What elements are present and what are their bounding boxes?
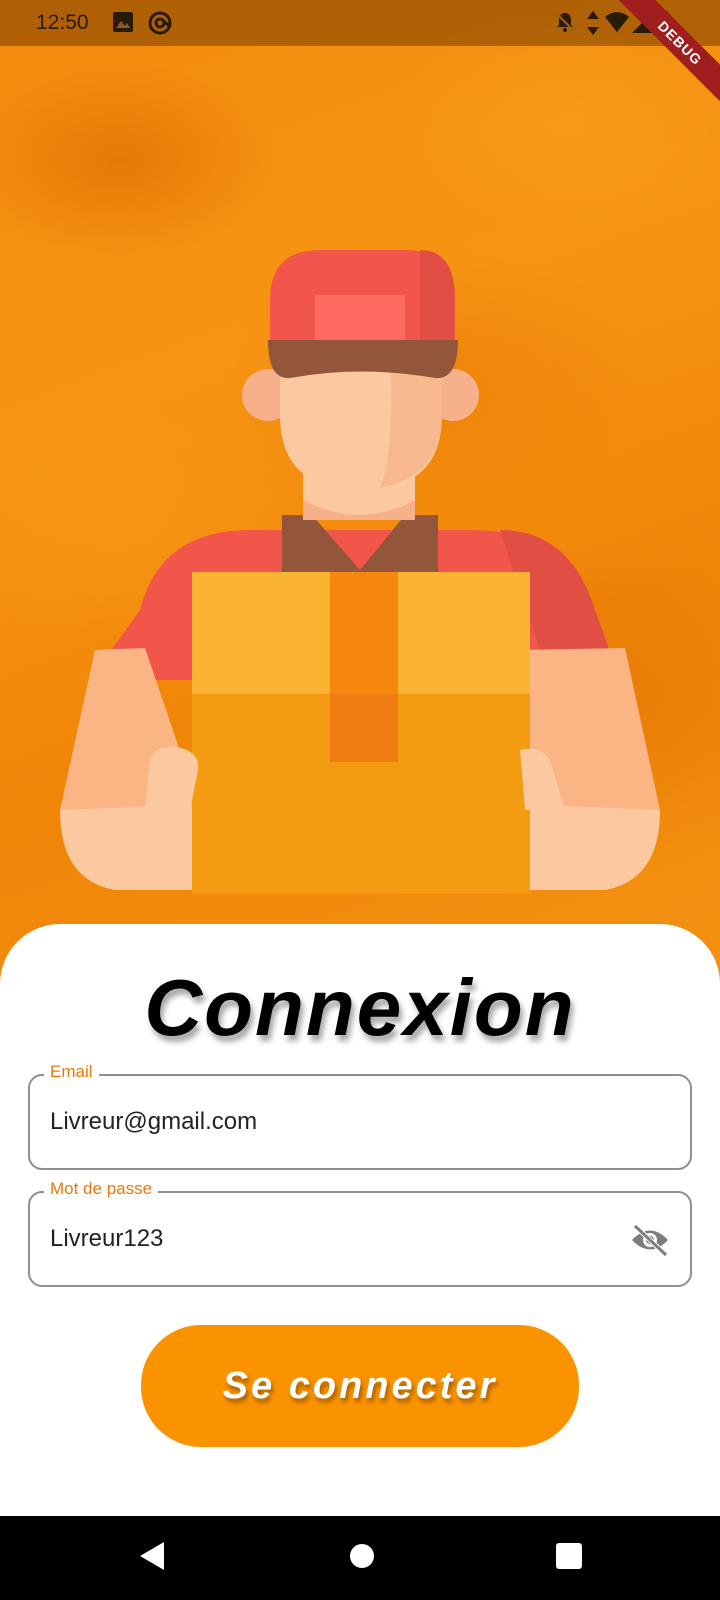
debug-banner: DEBUG: [590, 0, 720, 130]
email-field[interactable]: Email: [28, 1062, 692, 1170]
recents-icon[interactable]: [555, 1540, 583, 1572]
login-button-label: Se connecter: [222, 1364, 498, 1407]
back-icon[interactable]: [138, 1540, 166, 1572]
login-button[interactable]: Se connecter: [141, 1325, 579, 1447]
password-field[interactable]: Mot de passe: [28, 1179, 692, 1287]
email-label: Email: [44, 1062, 99, 1082]
debug-label: DEBUG: [614, 0, 720, 109]
email-input[interactable]: [50, 1106, 610, 1138]
password-label: Mot de passe: [44, 1179, 159, 1199]
navigation-bar: [0, 1516, 720, 1600]
login-screen: 12:50 DEBUG Connexion Email Livreur@gmai…: [0, 0, 720, 1600]
password-input[interactable]: [50, 1223, 610, 1255]
image-icon: [113, 12, 133, 32]
notifications-off-icon: [555, 12, 575, 32]
page-title: Connexion: [144, 963, 576, 1052]
at-sign-icon: [148, 11, 172, 35]
home-icon[interactable]: [348, 1540, 376, 1572]
status-time: 12:50: [36, 11, 89, 34]
visibility-off-icon[interactable]: [630, 1223, 670, 1257]
delivery-man-illustration: [60, 250, 660, 894]
